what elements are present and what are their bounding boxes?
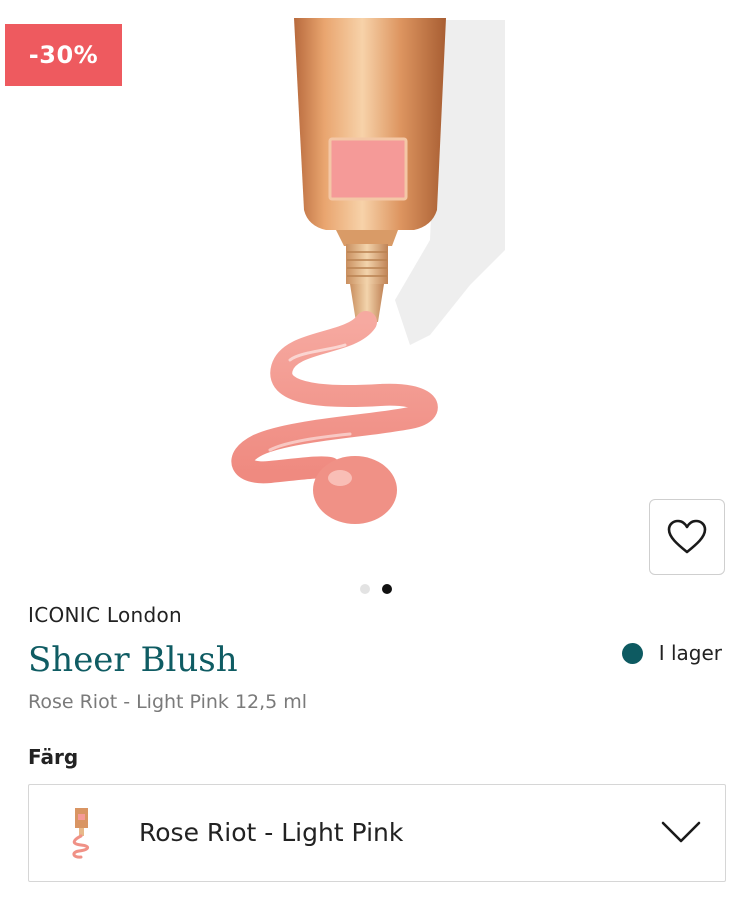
stock-status: I lager [621,641,722,665]
product-photo [231,18,505,524]
selected-color-value: Rose Riot - Light Pink [139,818,404,847]
stock-label: I lager [658,641,722,665]
carousel-dot-2-active[interactable] [382,584,392,594]
discount-badge: -30% [5,24,122,86]
product-title: Sheer Blush [28,640,238,680]
stock-dot-icon [621,642,643,664]
carousel-dots [360,583,392,595]
chevron-down-icon [661,821,701,843]
color-label: Färg [28,745,79,769]
heart-icon [667,519,707,554]
carousel-dot-1[interactable] [360,584,370,594]
variant-subtitle: Rose Riot - Light Pink 12,5 ml [28,691,308,713]
wishlist-button[interactable] [649,499,725,575]
color-select[interactable]: Rose Riot - Light Pink [28,784,726,882]
color-swatch-thumbnail [72,808,89,859]
brand-name[interactable]: ICONIC London [28,603,182,627]
product-image[interactable] [0,0,754,580]
